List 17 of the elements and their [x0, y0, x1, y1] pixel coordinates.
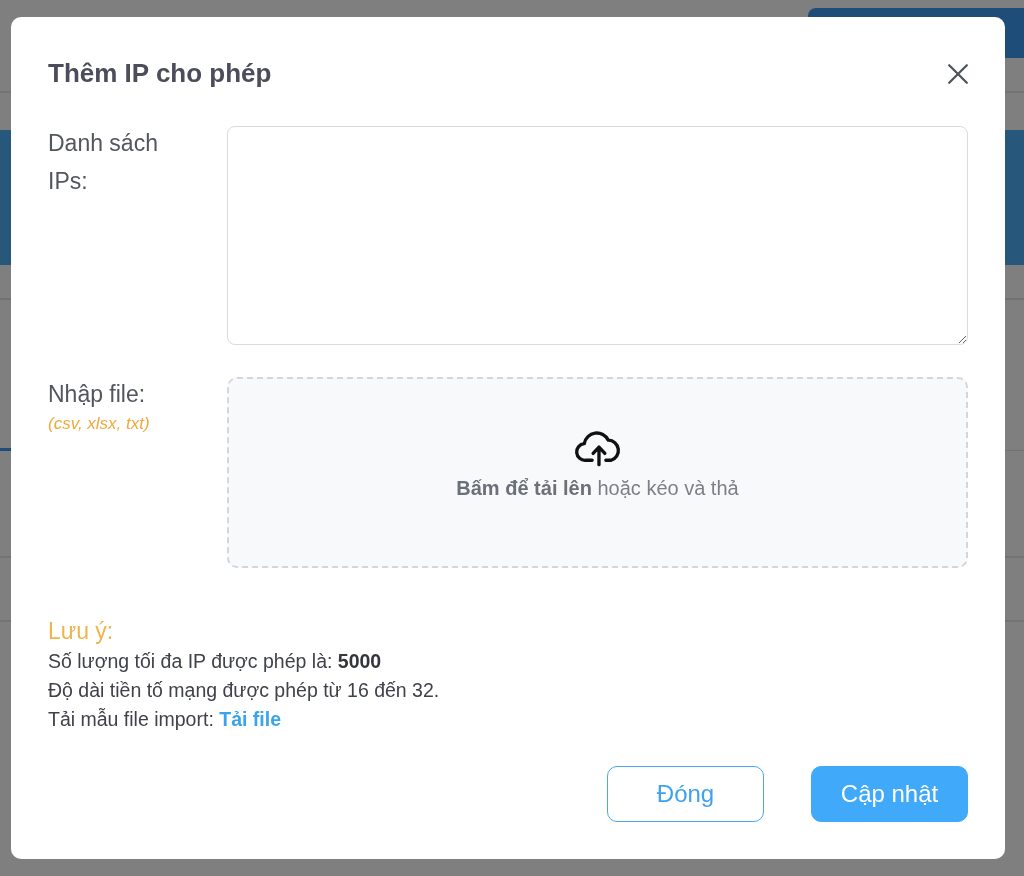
field-label: Danh sách IPs: — [48, 129, 159, 196]
note-text: Độ dài tiền tố mạng được phép từ 16 đến 32. — [48, 678, 440, 703]
note-text: Số lượng tối đa IP được phép là: 5000 — [48, 649, 382, 674]
file-dropzone[interactable]: Bấm để tải lên hoặc kéo và thả — [227, 377, 968, 568]
file-types-hint: (csv, xlsx, txt) — [48, 413, 150, 435]
dropzone-prompt: Bấm để tải lên hoặc kéo và thả — [456, 477, 739, 499]
download-link[interactable]: Tải file — [219, 708, 281, 730]
note-text: Tải mẫu file import: Tải file — [48, 707, 281, 732]
note-heading: Lưu ý: — [48, 617, 114, 646]
dialog-title: Thêm IP cho phép — [48, 58, 272, 89]
cancel-button[interactable]: Đóng — [607, 766, 764, 822]
close-button[interactable] — [948, 63, 968, 84]
field-label: Nhập file: — [48, 380, 146, 409]
ip-list-field[interactable] — [227, 126, 968, 345]
update-button[interactable]: Cập nhật — [811, 766, 968, 822]
close-icon — [948, 63, 968, 84]
cloud-upload-icon — [573, 430, 622, 467]
